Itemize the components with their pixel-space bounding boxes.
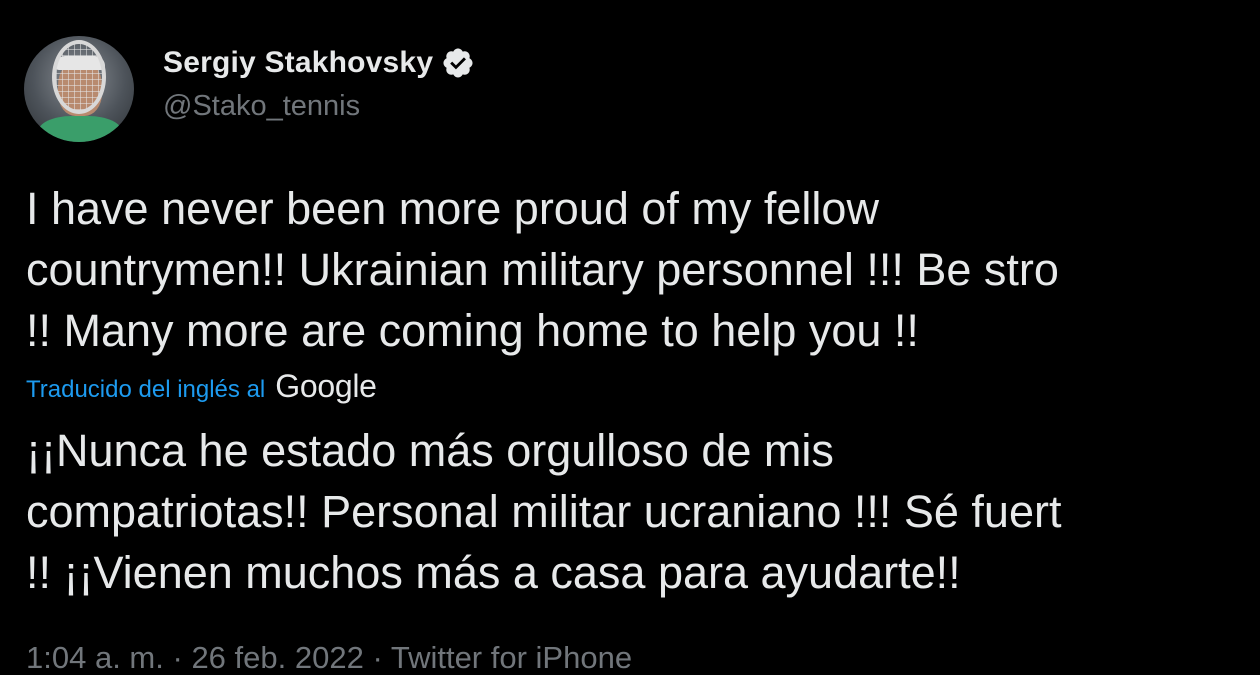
- tweet-translated-line: ¡¡Nunca he estado más orgulloso de mis: [26, 425, 834, 476]
- google-logo: Google: [275, 368, 377, 404]
- tweet-original-text: I have never been more proud of my fello…: [26, 178, 1260, 361]
- avatar-shirt: [38, 116, 122, 142]
- tweet-date[interactable]: 26 feb. 2022: [191, 640, 363, 675]
- tweet-translated-line: compatriotas!! Personal militar ucranian…: [26, 486, 1062, 537]
- tweet-metadata: 1:04 a. m. · 26 feb. 2022 · Twitter for …: [26, 640, 632, 675]
- translation-attribution[interactable]: Traducido del inglés al Google: [26, 368, 377, 405]
- author-name-row[interactable]: Sergiy Stakhovsky: [163, 46, 475, 80]
- avatar-racket: [52, 40, 106, 114]
- meta-separator: ·: [372, 640, 383, 675]
- author-handle[interactable]: @Stako_tennis: [163, 90, 360, 123]
- tweet-source[interactable]: Twitter for iPhone: [391, 640, 632, 675]
- avatar[interactable]: [24, 36, 134, 142]
- tweet-translated-text: ¡¡Nunca he estado más orgulloso de mis c…: [26, 420, 1260, 603]
- tweet-time[interactable]: 1:04 a. m.: [26, 640, 164, 675]
- tweet-original-line: !! Many more are coming home to help you…: [26, 305, 919, 356]
- tweet-translated-line: !! ¡¡Vienen muchos más a casa para ayuda…: [26, 547, 961, 598]
- author-display-name[interactable]: Sergiy Stakhovsky: [163, 46, 433, 80]
- tweet-original-line: I have never been more proud of my fello…: [26, 183, 879, 234]
- meta-separator: ·: [172, 640, 183, 675]
- translated-from-link[interactable]: Traducido del inglés al: [26, 376, 265, 404]
- tweet-original-line: countrymen!! Ukrainian military personne…: [26, 244, 1059, 295]
- tweet-card: Sergiy Stakhovsky @Stako_tennis I have n…: [0, 0, 1260, 675]
- verified-badge-icon: [441, 46, 475, 80]
